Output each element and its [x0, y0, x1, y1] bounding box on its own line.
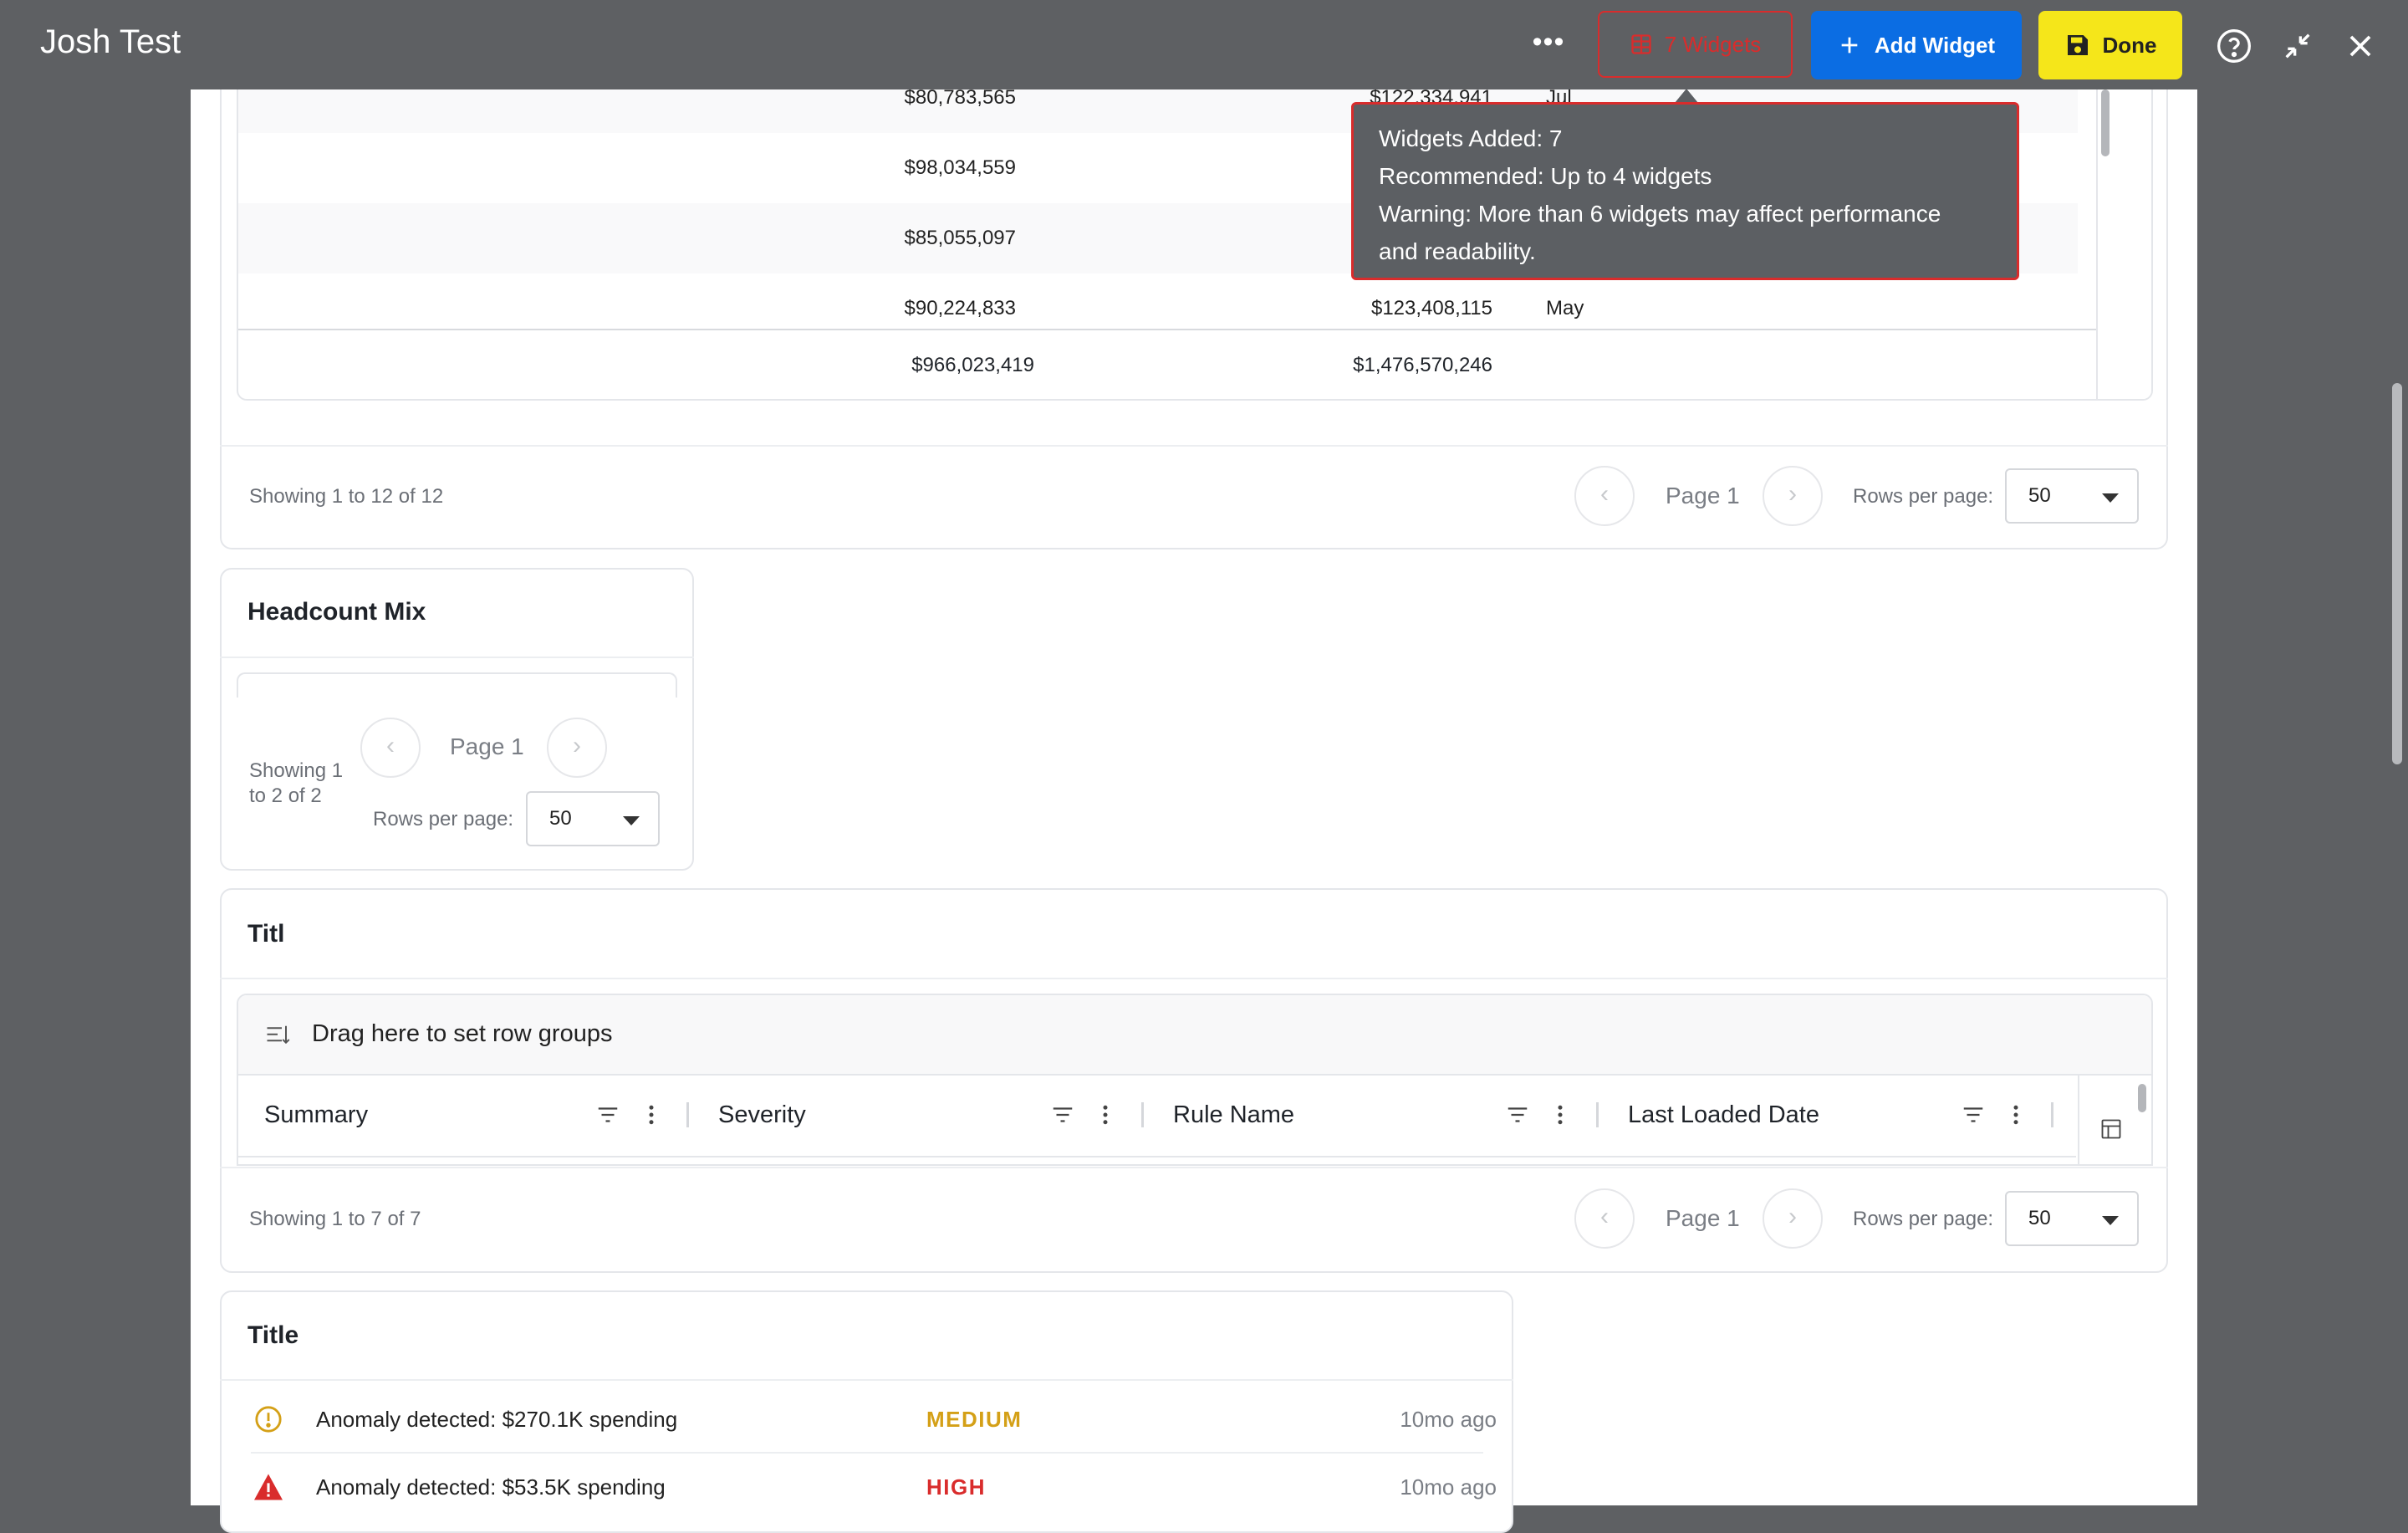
rows-per-page-select[interactable]: 50 — [2005, 1191, 2139, 1246]
caret-down-icon — [2102, 1216, 2119, 1225]
pagination-summary: Showing 1 to 7 of 7 — [249, 1208, 421, 1230]
rows-per-page-label: Rows per page: — [1853, 1208, 1994, 1230]
minimize-icon — [2285, 33, 2310, 59]
next-page-button[interactable]: › — [1763, 466, 1823, 526]
severity-badge: MEDIUM — [926, 1407, 1023, 1432]
alert-triangle-icon — [254, 1474, 283, 1500]
drag-hint: Drag here to set row groups — [312, 1020, 613, 1047]
columns-panel-icon[interactable] — [2099, 1117, 2123, 1141]
add-widget-label: Add Widget — [1874, 32, 1996, 58]
widget-title: Title — [247, 1321, 299, 1349]
widgets-grid-icon — [1631, 34, 1651, 54]
tooltip-arrow — [1675, 89, 1698, 103]
caret-down-icon — [623, 816, 640, 825]
page-indicator: Page 1 — [450, 733, 524, 759]
alert-item[interactable]: Anomaly detected: $53.5K spending HIGH 1… — [251, 1453, 1497, 1521]
alert-item[interactable]: Anomaly detected: $270.1K spending MEDIU… — [251, 1385, 1497, 1454]
column-menu-icon[interactable] — [1093, 1102, 1118, 1127]
help-circle-icon — [2217, 29, 2251, 63]
warning-circle-icon — [255, 1406, 282, 1433]
alert-message: Anomaly detected: $53.5K spending — [316, 1474, 666, 1500]
dashboard-title: Josh Test — [40, 23, 181, 60]
grid-side-bar — [2078, 1076, 2151, 1164]
rows-per-page-select[interactable]: 50 — [526, 791, 660, 846]
pagination-summary: Showing 1 to 2 of 2 — [249, 759, 344, 807]
widget-count-label: 7 Widgets — [1664, 31, 1762, 57]
table-total-row: $966,023,419 $1,476,570,246 — [238, 329, 2096, 399]
table-scrollbar[interactable] — [2096, 89, 2151, 399]
more-options-button[interactable]: ••• — [1523, 23, 1574, 67]
pagination-summary: Showing 1 to 12 of 12 — [249, 485, 444, 508]
alert-time: 10mo ago — [1400, 1407, 1497, 1432]
caret-down-icon — [2102, 493, 2119, 503]
severity-badge: HIGH — [926, 1474, 986, 1500]
rows-per-page-select[interactable]: 50 — [2005, 468, 2139, 524]
alert-message: Anomaly detected: $270.1K spending — [316, 1407, 678, 1432]
widget-warning-tooltip: Widgets Added: 7 Recommended: Up to 4 wi… — [1351, 102, 2019, 280]
column-menu-icon[interactable] — [2003, 1102, 2028, 1127]
column-header-severity[interactable]: Severity — [718, 1074, 806, 1156]
prev-page-button[interactable]: ‹ — [1574, 1188, 1635, 1249]
filter-icon[interactable] — [595, 1102, 620, 1127]
next-page-button[interactable]: › — [547, 718, 607, 778]
prev-page-button[interactable]: ‹ — [1574, 466, 1635, 526]
rows-per-page-label: Rows per page: — [373, 808, 514, 830]
save-icon — [2067, 35, 2088, 55]
help-button[interactable] — [2213, 25, 2255, 67]
next-page-button[interactable]: › — [1763, 1188, 1823, 1249]
widget-count-button[interactable]: 7 Widgets — [1598, 11, 1793, 78]
close-icon — [2349, 35, 2371, 57]
widget-title: Titl — [247, 920, 285, 948]
column-menu-icon[interactable] — [1548, 1102, 1573, 1127]
widget-title: Headcount Mix — [247, 598, 426, 626]
done-label: Done — [2102, 32, 2157, 58]
filter-icon[interactable] — [1505, 1102, 1530, 1127]
done-button[interactable]: Done — [2038, 11, 2182, 79]
column-header-rule-name[interactable]: Rule Name — [1173, 1074, 1294, 1156]
filter-icon[interactable] — [1050, 1102, 1075, 1127]
row-groups-icon — [267, 1025, 290, 1045]
column-menu-icon[interactable] — [639, 1102, 664, 1127]
top-bar: Josh Test ••• 7 Widgets Add Widget Done — [0, 0, 2408, 89]
page-scrollbar-thumb[interactable] — [2392, 383, 2402, 764]
plus-icon — [1841, 37, 1858, 54]
collapse-button[interactable] — [2277, 25, 2319, 67]
column-header-summary[interactable]: Summary — [264, 1074, 368, 1156]
close-button[interactable] — [2339, 25, 2381, 67]
prev-page-button[interactable]: ‹ — [360, 718, 421, 778]
page-indicator: Page 1 — [1666, 1205, 1740, 1231]
row-group-drop-zone[interactable]: Drag here to set row groups — [238, 995, 2151, 1076]
filter-icon[interactable] — [1961, 1102, 1986, 1127]
column-header-last-loaded-date[interactable]: Last Loaded Date — [1628, 1074, 1819, 1156]
scroll-thumb[interactable] — [2138, 1084, 2146, 1112]
scroll-thumb[interactable] — [2101, 89, 2110, 156]
alert-time: 10mo ago — [1400, 1474, 1497, 1500]
add-widget-button[interactable]: Add Widget — [1811, 11, 2022, 79]
page-indicator: Page 1 — [1666, 483, 1740, 508]
rows-per-page-label: Rows per page: — [1853, 485, 1994, 508]
